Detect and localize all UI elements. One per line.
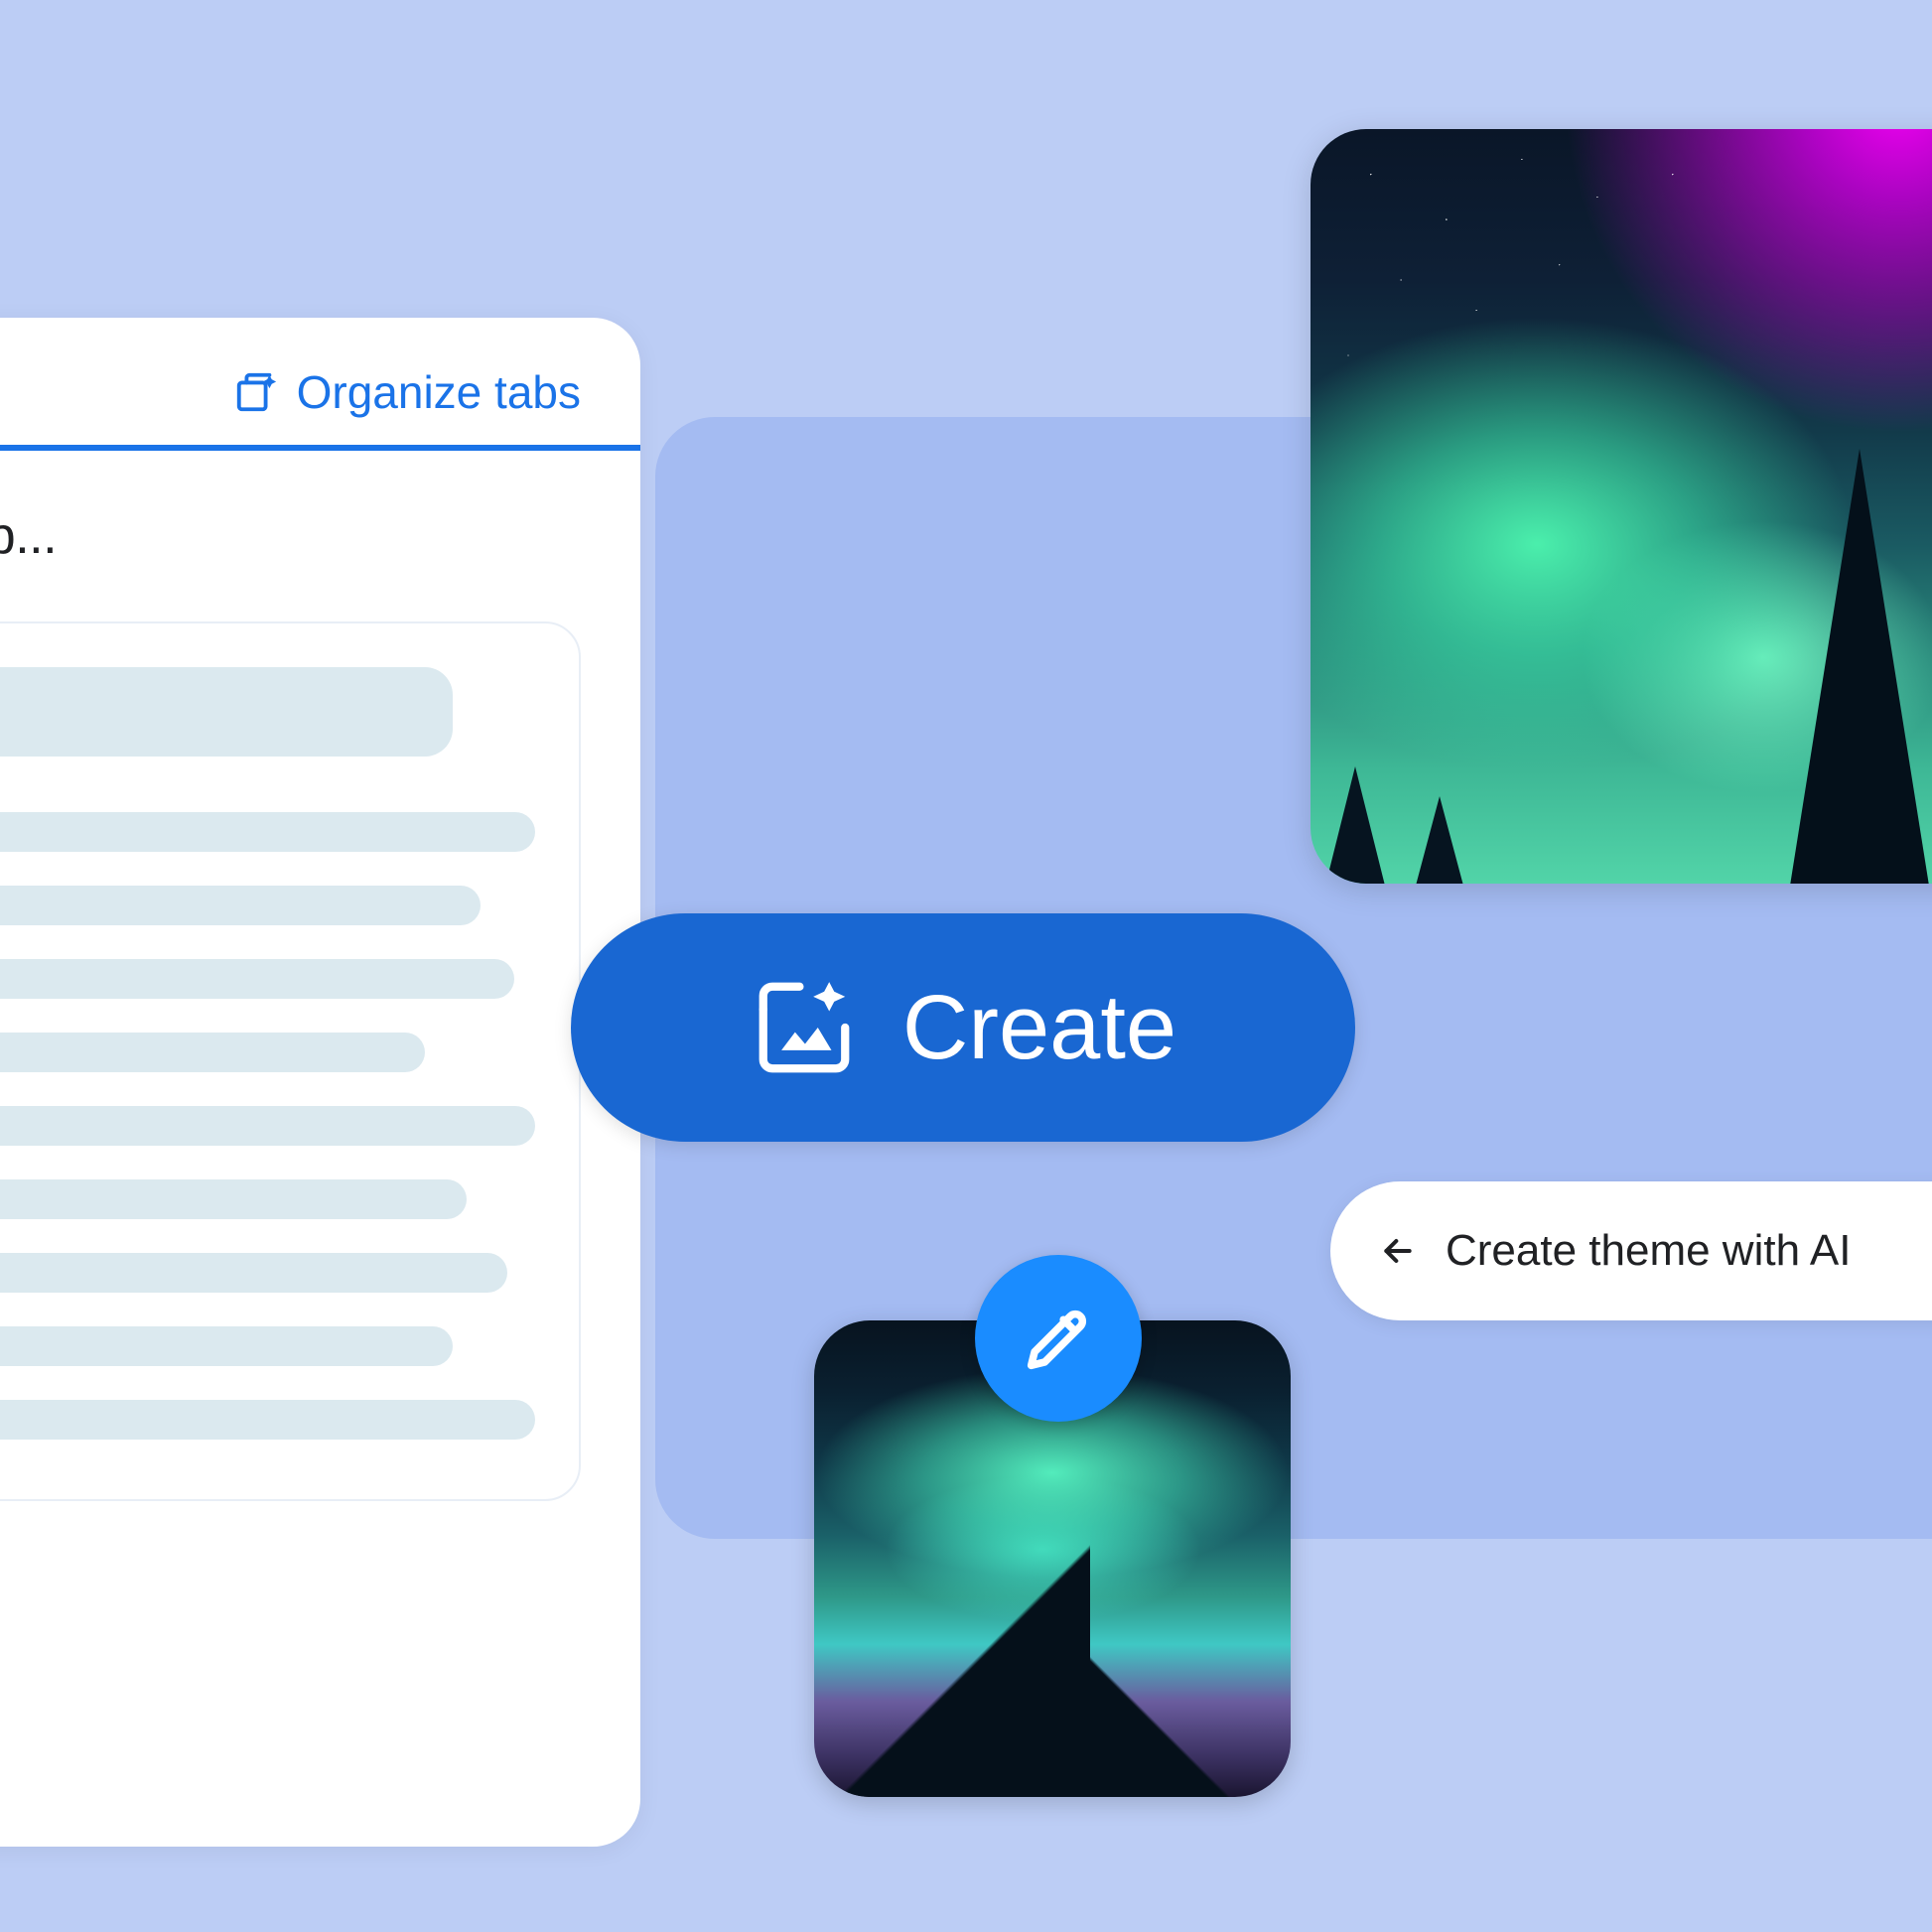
tree-silhouette [1416, 796, 1463, 884]
tabs-card-body: tab group... [0, 451, 640, 1541]
skeleton-placeholder-card [0, 621, 581, 1501]
tab-sparkle-icon [233, 369, 279, 415]
create-button-label: Create [902, 976, 1176, 1080]
skeleton-row [0, 1033, 425, 1072]
tree-silhouette [1790, 449, 1929, 884]
image-sparkle-icon [750, 973, 859, 1082]
skeleton-row [0, 1253, 507, 1293]
arrow-left-icon [1378, 1231, 1418, 1271]
skeleton-row [0, 959, 514, 999]
organize-tabs-card: Organize tabs tab group... [0, 318, 640, 1847]
organize-tabs-label: Organize tabs [297, 365, 581, 419]
skeleton-row [0, 812, 535, 852]
organize-tabs-link[interactable]: Organize tabs [233, 365, 581, 419]
theme-preview-large [1311, 129, 1932, 884]
skeleton-row [0, 1179, 467, 1219]
create-theme-label: Create theme with AI [1446, 1226, 1851, 1276]
create-theme-pill[interactable]: Create theme with AI [1330, 1181, 1932, 1320]
promo-stage: Organize tabs tab group... [0, 0, 1932, 1932]
tab-group-subtitle: tab group... [0, 506, 581, 566]
skeleton-row [0, 667, 453, 757]
skeleton-row [0, 886, 481, 925]
pencil-icon [1018, 1298, 1099, 1379]
skeleton-row [0, 1106, 535, 1146]
tabs-card-header: Organize tabs [0, 318, 640, 451]
tree-silhouette [1325, 766, 1385, 884]
skeleton-row [0, 1326, 453, 1366]
edit-theme-button[interactable] [975, 1255, 1142, 1422]
create-button[interactable]: Create [571, 913, 1355, 1142]
theme-thumbnail-group [814, 1320, 1291, 1797]
skeleton-row [0, 1400, 535, 1440]
